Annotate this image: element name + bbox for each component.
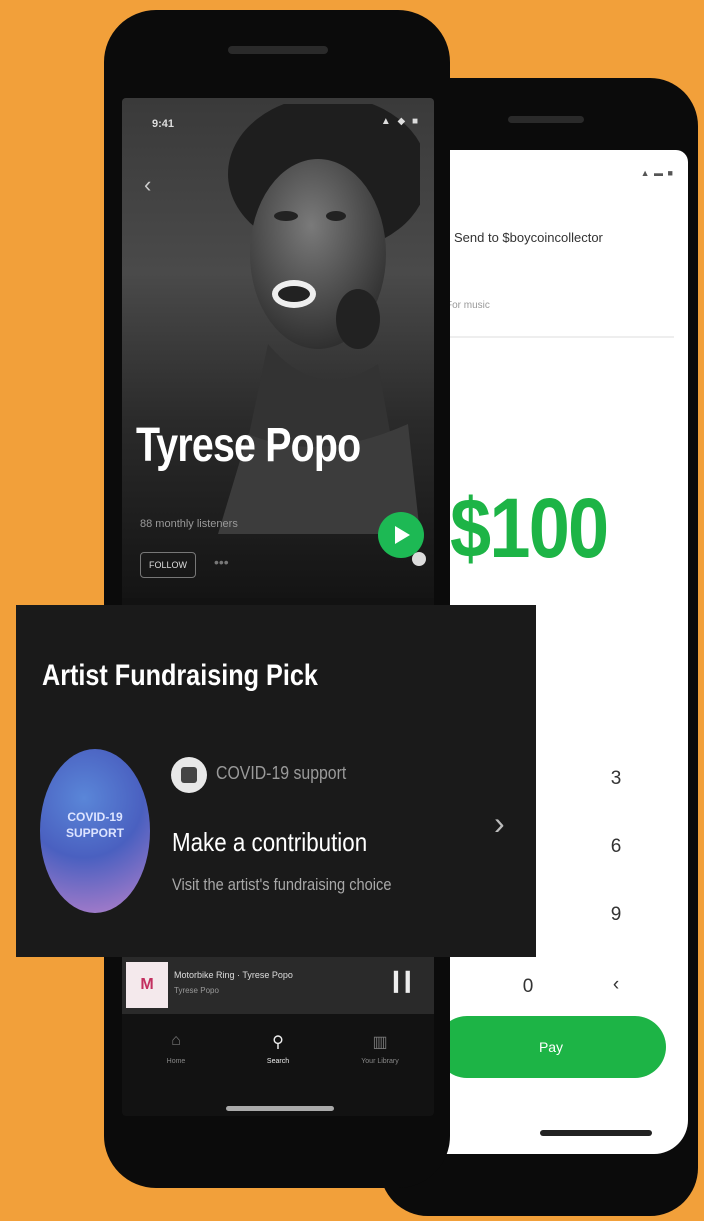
now-playing-artist: Tyrese Popo [174,986,219,995]
keypad-key[interactable]: 3 [601,768,631,790]
now-playing-title: Motorbike Ring · Tyrese Popo [174,970,293,980]
music-phone: 9:41 ▲ ◆ ■ ‹ Tyrese Popo 88 monthly list… [104,10,450,1188]
status-icons: ▲ ◆ ■ [380,116,420,127]
play-icon [395,526,410,544]
home-icon: ⌂ [171,1032,181,1049]
tab-label: Your Library [361,1058,399,1065]
payment-amount: $100 [450,481,609,575]
status-time: 9:41 [152,118,175,130]
keypad-key[interactable]: 6 [601,836,631,858]
home-indicator [226,1106,334,1111]
search-icon: ⚲ [272,1034,284,1051]
tab-label: Home [166,1058,186,1065]
monthly-listeners: 88 monthly listeners [140,518,238,530]
card-heading: Artist Fundraising Pick [42,659,318,692]
badge-text: COVID-19 [67,810,123,824]
artist-hero: 9:41 ▲ ◆ ■ ‹ Tyrese Popo 88 monthly list… [122,98,434,598]
tab-label: Search [266,1058,290,1065]
tab-home[interactable]: ⌂ Home [146,1032,206,1065]
library-icon: ▥ [372,1034,388,1051]
pause-icon[interactable]: ▎▎ [394,972,420,993]
home-indicator [540,1130,652,1136]
artist-fundraising-card[interactable]: Artist Fundraising Pick COVID-19 SUPPORT… [16,605,536,957]
keypad-key[interactable]: 0 [513,976,543,998]
divider [442,336,674,338]
album-art: M [126,962,168,1008]
artist-name: Tyrese Popo [136,419,361,472]
contribution-subtitle: Visit the artist's fundraising choice [172,875,392,894]
badge-text: SUPPORT [65,826,124,840]
phone-speaker [508,116,584,123]
organization-logo-icon [171,757,207,793]
keypad-key[interactable]: 9 [601,904,631,926]
tab-search[interactable]: ⚲ Search [248,1032,308,1065]
keypad-key[interactable]: ‹ [601,974,631,996]
payment-status-icons: ▲ ▬ ■ [640,168,674,178]
tab-library[interactable]: ▥ Your Library [350,1032,410,1065]
chevron-right-icon[interactable]: › [494,805,505,842]
contribution-title[interactable]: Make a contribution [172,827,367,858]
phone-speaker [228,46,328,54]
pay-button[interactable]: Pay [442,1016,666,1078]
more-options-button[interactable]: ••• [214,554,229,570]
mini-player[interactable]: M Motorbike Ring · Tyrese Popo Tyrese Po… [122,956,434,1014]
note-field[interactable]: For music [446,300,490,311]
organization-name: COVID-19 support [216,763,347,783]
send-to-label: Send to $boycoincollector [454,230,603,245]
chevron-left-icon[interactable]: ‹ [144,172,151,198]
covid-support-badge: COVID-19 SUPPORT [40,749,150,913]
shuffle-icon[interactable] [412,552,426,566]
follow-button[interactable]: FOLLOW [140,552,196,578]
